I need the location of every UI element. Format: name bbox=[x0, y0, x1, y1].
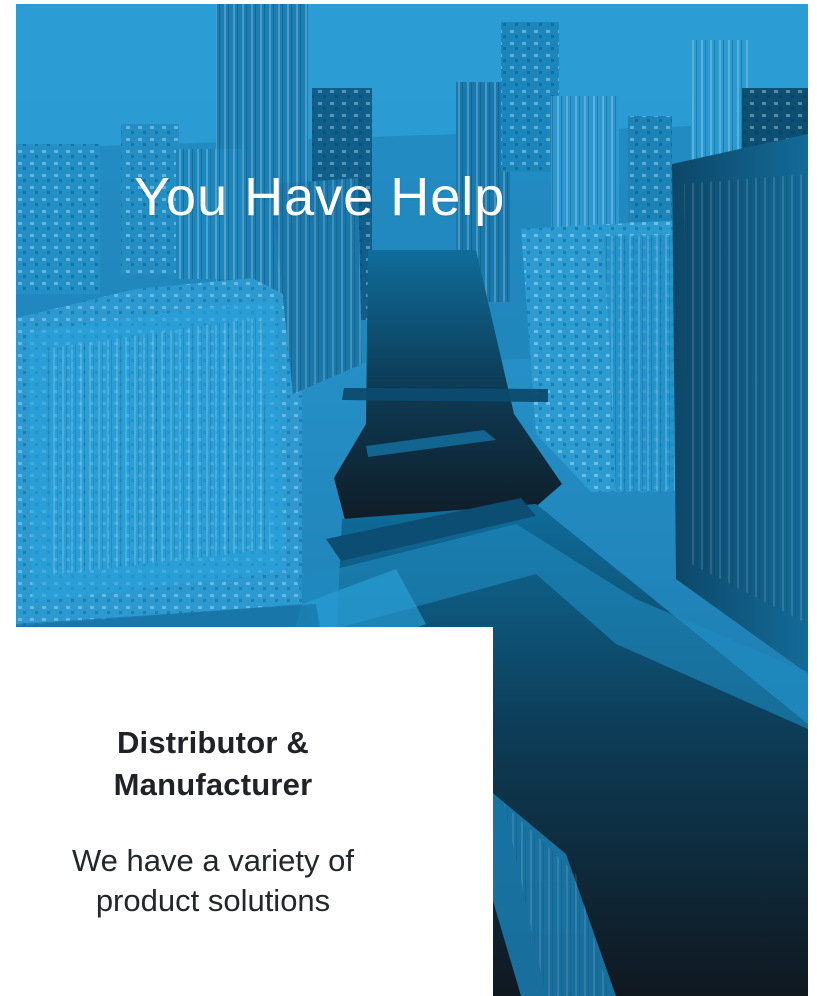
product-solutions-text: We have a variety of product solutions bbox=[71, 843, 354, 919]
distributor-manufacturer-heading: Distributor & Manufacturer bbox=[113, 725, 313, 802]
page-canvas: You Have Help Distributor & Manufacturer… bbox=[0, 0, 817, 996]
hero-headline: You Have Help bbox=[134, 167, 506, 227]
info-panel: Distributor & Manufacturer We have a var… bbox=[0, 627, 493, 996]
